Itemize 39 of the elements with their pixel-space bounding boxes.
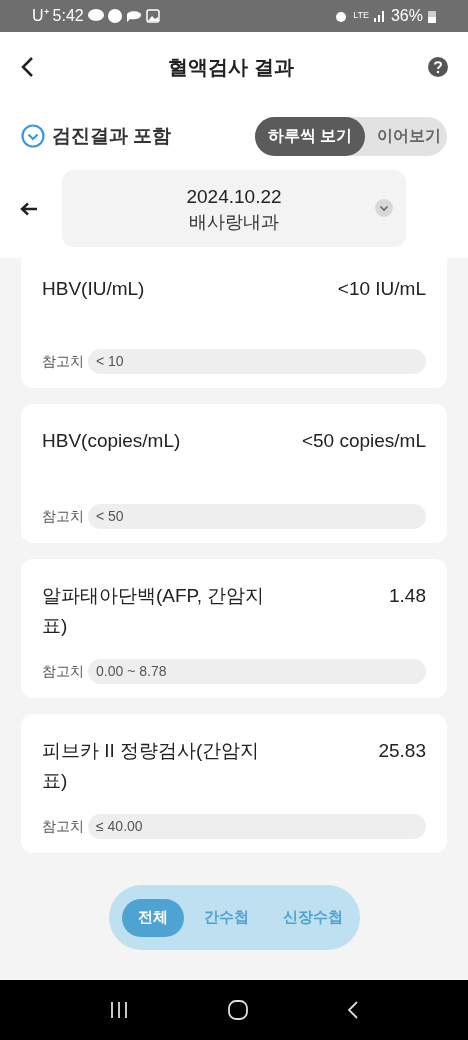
dropdown-icon <box>374 198 394 218</box>
test-name: 피브카 II 정량검사(간암지표) <box>42 739 261 793</box>
signal-icon <box>373 10 386 22</box>
clock-time: 5:42 <box>52 6 84 26</box>
reference-value: < 10 <box>88 349 426 374</box>
battery-level: 36% <box>390 6 423 26</box>
department-text: 배사랑내과 <box>189 210 279 234</box>
test-name: HBV(copies/mL) <box>42 429 182 453</box>
network-label: LTE <box>353 9 369 23</box>
test-name: 알파태아단백(AFP, 간암지표) <box>42 584 266 638</box>
reference-value: 0.00 ~ 8.78 <box>88 659 426 684</box>
include-checkup-toggle[interactable]: 검진결과 포함 <box>21 121 172 151</box>
chat-bubble-icon <box>87 9 104 23</box>
test-value: 1.48 <box>389 584 426 608</box>
view-mode-tab[interactable]: 하루씩 보기 <box>255 116 366 156</box>
page-title: 혈액검사 결과 <box>168 55 294 80</box>
help-icon[interactable] <box>428 57 448 77</box>
back-icon[interactable] <box>20 56 34 78</box>
reference-value: ≤ 40.00 <box>88 814 426 839</box>
test-value: <10 IU/mL <box>337 277 426 301</box>
recent-apps-icon[interactable] <box>109 1001 130 1019</box>
reference-label: 참고치 <box>42 817 84 836</box>
reference-label: 참고치 <box>42 352 84 371</box>
test-value: <50 copies/mL <box>301 429 426 453</box>
test-name: HBV(IU/mL) <box>42 277 146 301</box>
message-icon <box>125 9 142 23</box>
home-icon[interactable] <box>228 1000 248 1020</box>
carrier-label: U⁺ <box>32 6 49 26</box>
test-value: 25.83 <box>378 739 426 763</box>
filter-tab[interactable]: 전체 <box>121 898 184 937</box>
date-text: 2024.10.22 <box>186 184 282 209</box>
left-arrow-icon[interactable] <box>20 201 38 216</box>
reference-value: < 50 <box>88 504 426 529</box>
view-mode-tab[interactable]: 이어보기 <box>365 116 454 156</box>
battery-icon <box>428 9 436 23</box>
image-icon <box>145 9 160 23</box>
reference-label: 참고치 <box>42 662 84 681</box>
date-selector[interactable]: 2024.10.22 배사랑내과 <box>62 170 406 247</box>
reference-label: 참고치 <box>42 507 84 526</box>
